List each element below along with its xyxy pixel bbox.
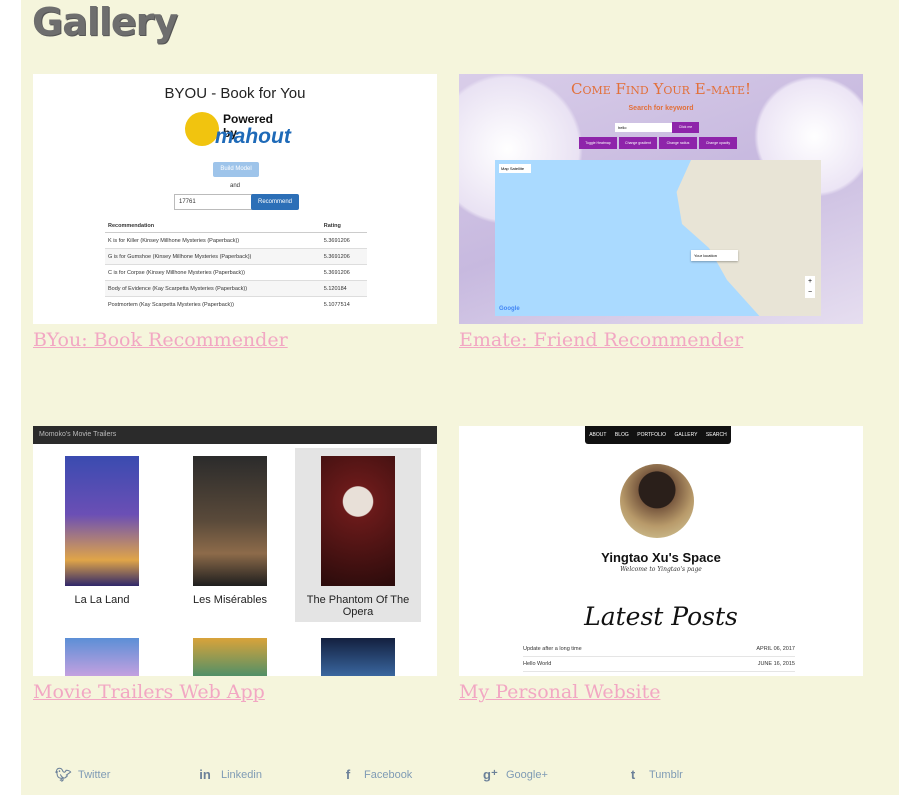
table-cell: 5.120184 xyxy=(320,280,367,297)
nav-item: PORTFOLIO xyxy=(637,432,667,438)
social-link-facebook[interactable]: f Facebook xyxy=(341,767,412,782)
les-miserables-poster xyxy=(193,456,267,586)
site-tagline: Welcome to Yingtao's page xyxy=(620,566,702,573)
social-label: Linkedin xyxy=(221,768,262,781)
movie-title: La La Land xyxy=(74,594,130,606)
table-cell: K is for Killer (Kinsey Millhone Mysteri… xyxy=(105,232,321,249)
change-gradient-button: Change gradient xyxy=(619,137,657,149)
post-date: JUNE 16, 2015 xyxy=(757,661,795,667)
movie-tile-selected: The Phantom Of The Opera xyxy=(295,448,421,622)
nav-item: GALLERY xyxy=(674,432,698,438)
site-nav: ABOUT BLOG PORTFOLIO GALLERY SEARCH xyxy=(585,426,731,444)
movie-poster-partial xyxy=(321,638,395,676)
table-row: C is for Corpse (Kinsey Millhone Mysteri… xyxy=(105,264,367,281)
personal-site-screenshot[interactable]: ABOUT BLOG PORTFOLIO GALLERY SEARCH Ying… xyxy=(459,426,863,676)
map-type-tabs: Map Satellite xyxy=(499,164,531,173)
byou-screenshot[interactable]: BYOU - Book for You Powered by mahout Bu… xyxy=(33,74,437,324)
movie-title: Les Misérables xyxy=(193,594,267,606)
movies-link[interactable]: Movie Trailers Web App xyxy=(33,681,437,703)
click-me-button: Click me xyxy=(672,122,699,133)
emate-screenshot[interactable]: Come Find Your E-mate! Search for keywor… xyxy=(459,74,863,324)
social-label: Google+ xyxy=(506,769,548,781)
social-link-tumblr[interactable]: t Tumblr xyxy=(626,767,683,782)
twitter-icon: 🐦︎ xyxy=(55,767,72,782)
nav-item: ABOUT xyxy=(589,432,607,438)
social-label: Twitter xyxy=(78,769,111,781)
nav-item: SEARCH xyxy=(705,432,727,438)
movies-screenshot[interactable]: Momoko's Movie Trailers La La Land Les M… xyxy=(33,426,437,676)
build-model-button: Build Model xyxy=(213,162,259,177)
table-cell: Postmortem (Kay Scarpetta Mysteries (Pap… xyxy=(105,296,321,312)
movies-header: Momoko's Movie Trailers xyxy=(33,426,437,444)
movie-poster-partial xyxy=(65,638,139,676)
byou-title: BYOU - Book for You xyxy=(164,85,306,102)
post-title: Update after a long time xyxy=(523,646,582,652)
post-title: Hello World xyxy=(523,661,552,667)
social-label: Facebook xyxy=(364,768,413,781)
user-id-input: 17761 xyxy=(174,194,254,210)
google-plus-icon: g⁺ xyxy=(483,767,498,782)
table-cell: G is for Gumshoe (Kinsey Millhone Myster… xyxy=(105,248,321,265)
map-land xyxy=(676,160,821,316)
latest-posts-heading: Latest Posts xyxy=(584,602,738,631)
and-label: and xyxy=(229,183,240,189)
google-logo: Google xyxy=(499,306,520,312)
recommend-button: Recommend xyxy=(251,194,299,210)
social-link-google-plus[interactable]: g⁺ Google+ xyxy=(483,767,548,783)
zoom-controls: + − xyxy=(805,276,815,298)
recommendation-table: Recommendation Rating K is for Killer (Ki… xyxy=(105,220,367,312)
toggle-heatmap-button: Toggle Heatmap xyxy=(579,137,617,149)
page-title: Gallery xyxy=(32,0,178,44)
table-row: Body of Evidence (Kay Scarpetta Mysterie… xyxy=(105,280,367,297)
table-row: G is for Gumshoe (Kinsey Millhone Myster… xyxy=(105,248,367,265)
gallery-card-movies: Momoko's Movie Trailers La La Land Les M… xyxy=(33,426,437,703)
change-radius-button: Change radius xyxy=(659,137,697,149)
table-cell: Body of Evidence (Kay Scarpetta Mysterie… xyxy=(105,280,321,297)
nav-item: BLOG xyxy=(614,432,629,438)
linkedin-icon: in xyxy=(199,767,211,782)
phantom-poster xyxy=(321,456,395,586)
gallery-card-byou: BYOU - Book for You Powered by mahout Bu… xyxy=(33,74,437,351)
movie-tile: Les Misérables xyxy=(167,448,293,622)
avatar xyxy=(620,464,694,538)
table-cell: C is for Corpse (Kinsey Millhone Mysteri… xyxy=(105,264,321,281)
keyword-input: hello xyxy=(615,123,672,132)
emate-subheading: Search for keyword xyxy=(628,105,694,112)
table-cell: 5.3691206 xyxy=(320,232,367,249)
site-name: Yingtao Xu's Space xyxy=(601,550,721,565)
emate-link[interactable]: Emate: Friend Recommender xyxy=(459,329,863,351)
byou-link[interactable]: BYou: Book Recommender xyxy=(33,329,437,351)
column-header: Recommendation xyxy=(105,220,321,233)
movie-poster-partial xyxy=(193,638,267,676)
social-link-twitter[interactable]: 🐦︎ Twitter xyxy=(55,767,110,783)
emate-heading: Come Find Your E-mate! xyxy=(570,80,752,98)
change-opacity-button: Change opacity xyxy=(699,137,737,149)
social-link-linkedin[interactable]: in Linkedin xyxy=(198,767,262,782)
social-label: Tumblr xyxy=(649,768,683,781)
column-header: Rating xyxy=(320,220,367,233)
table-row: Postmortem (Kay Scarpetta Mysteries (Pap… xyxy=(105,296,367,312)
location-popup: Your location xyxy=(691,250,738,261)
table-row: K is for Killer (Kinsey Millhone Mysteri… xyxy=(105,232,367,249)
post-date: APRIL 06, 2017 xyxy=(756,646,795,652)
movie-tile: La La Land xyxy=(39,448,165,622)
la-la-land-poster xyxy=(65,456,139,586)
mahout-brand-text: mahout xyxy=(215,125,291,148)
mahout-mascot-icon xyxy=(185,112,219,146)
post-row: Update after a long time APRIL 06, 2017 xyxy=(523,646,795,657)
movie-title: The Phantom Of The Opera xyxy=(306,594,410,618)
gallery-card-emate: Come Find Your E-mate! Search for keywor… xyxy=(459,74,863,351)
table-cell: 5.3691206 xyxy=(320,264,367,281)
map-view: Map Satellite Your location Google + − xyxy=(495,160,821,316)
facebook-icon: f xyxy=(345,767,351,782)
personal-site-link[interactable]: My Personal Website xyxy=(459,681,863,703)
table-cell: 5.3691206 xyxy=(320,248,367,265)
tumblr-icon: t xyxy=(630,767,636,782)
table-cell: 5.1077514 xyxy=(320,296,367,312)
mahout-logo: Powered by mahout xyxy=(185,108,291,150)
gallery-card-personal: ABOUT BLOG PORTFOLIO GALLERY SEARCH Ying… xyxy=(459,426,863,703)
post-row: Hello World JUNE 16, 2015 xyxy=(523,661,795,672)
